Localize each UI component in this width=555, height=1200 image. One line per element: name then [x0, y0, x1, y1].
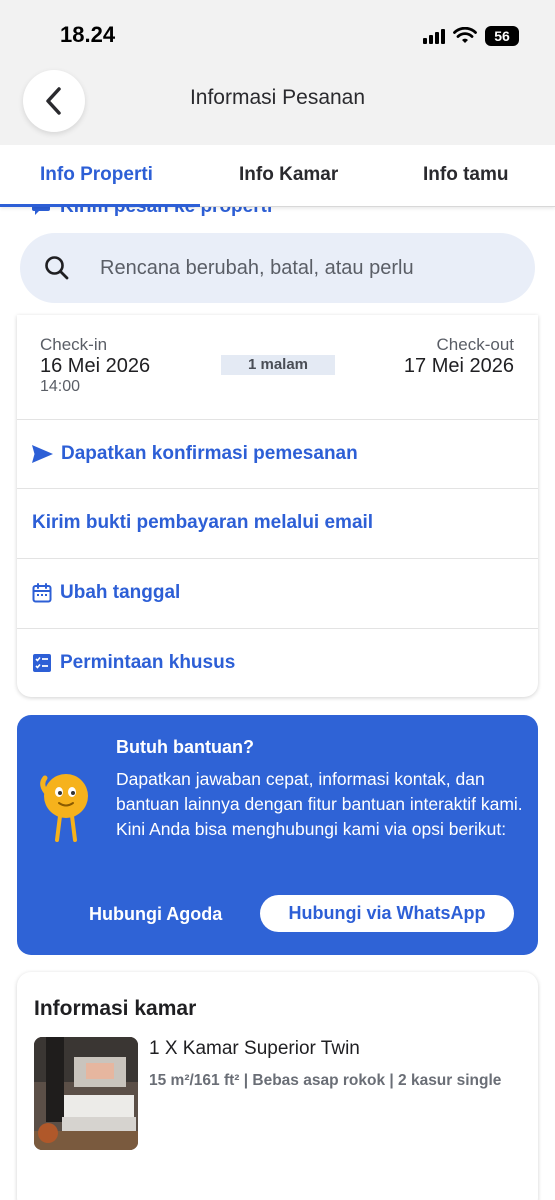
app-header: Informasi Pesanan [0, 70, 555, 145]
room-details: 15 m²/161 ft² | Bebas asap rokok | 2 kas… [149, 1072, 502, 1089]
room-info-heading: Informasi kamar [34, 997, 197, 1020]
search-icon [45, 256, 69, 280]
battery-icon: 56 [485, 26, 519, 46]
status-icons: 56 [423, 26, 519, 46]
cellular-signal-icon [423, 28, 445, 44]
room-info-card: Informasi kamar 1 X Kamar Superior Twin … [17, 972, 538, 1200]
help-search-input[interactable]: Rencana berubah, batal, atau perlu [20, 233, 535, 303]
email-payment-proof-button[interactable]: Kirim bukti pembayaran melalui email [17, 488, 538, 557]
help-description: Dapatkan jawaban cepat, informasi kontak… [116, 769, 523, 839]
help-panel: Butuh bantuan? Dapatkan jawaban cepat, i… [17, 715, 538, 955]
status-bar: 18.24 56 [0, 0, 555, 70]
special-request-button[interactable]: Permintaan khusus [17, 628, 538, 697]
checkout-date: 17 Mei 2026 [403, 355, 514, 377]
change-date-button[interactable]: Ubah tanggal [17, 558, 538, 627]
room-photo[interactable] [34, 1037, 138, 1150]
tab-bar: Info Properti Info Kamar Info tamu [0, 145, 555, 207]
change-date-label: Ubah tanggal [60, 582, 181, 603]
get-confirmation-label: Dapatkan konfirmasi pemesanan [61, 443, 358, 464]
room-name: 1 X Kamar Superior Twin [149, 1038, 360, 1059]
tab-info-tamu[interactable]: Info tamu [423, 164, 509, 186]
special-request-label: Permintaan khusus [60, 652, 236, 673]
email-payment-proof-label: Kirim bukti pembayaran melalui email [32, 512, 374, 533]
get-confirmation-button[interactable]: Dapatkan konfirmasi pemesanan [17, 419, 538, 488]
contact-whatsapp-button[interactable]: Hubungi via WhatsApp [260, 895, 514, 932]
tab-info-kamar[interactable]: Info Kamar [239, 164, 338, 186]
checkin-label: Check-in [40, 335, 108, 354]
help-title: Butuh bantuan? [116, 737, 254, 757]
checkin-time: 14:00 [40, 378, 81, 395]
page-title: Informasi Pesanan [189, 86, 366, 109]
checkin-date: 16 Mei 2026 [40, 355, 151, 377]
checkout-label: Check-out [436, 335, 514, 354]
calendar-icon [32, 583, 52, 603]
booking-card: Check-in 16 Mei 2026 14:00 1 malam Check… [17, 315, 538, 697]
mascot-icon [40, 774, 88, 842]
active-tab-indicator [0, 204, 200, 207]
tab-info-properti[interactable]: Info Properti [40, 164, 153, 186]
search-placeholder: Rencana berubah, batal, atau perlu [100, 257, 414, 279]
send-icon [32, 445, 53, 463]
checklist-icon [33, 654, 51, 672]
status-time: 18.24 [60, 22, 116, 47]
nights-badge: 1 malam [221, 355, 335, 375]
contact-agoda-button[interactable]: Hubungi Agoda [89, 904, 222, 925]
wifi-icon [453, 27, 477, 43]
